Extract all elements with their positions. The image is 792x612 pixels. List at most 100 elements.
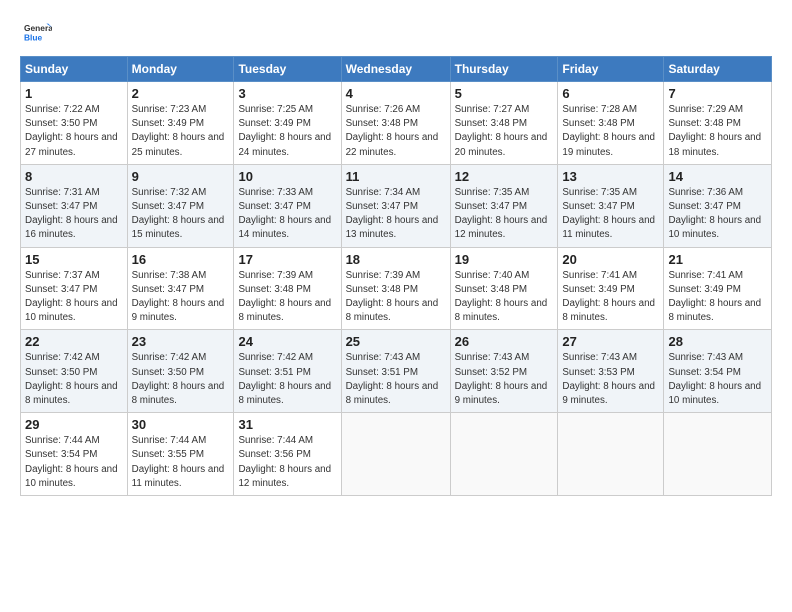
calendar-cell: 28 Sunrise: 7:43 AMSunset: 3:54 PMDayligh… — [664, 330, 772, 413]
day-info: Sunrise: 7:41 AMSunset: 3:49 PMDaylight:… — [562, 269, 659, 326]
day-info: Sunrise: 7:42 AMSunset: 3:50 PMDaylight:… — [132, 351, 230, 408]
calendar-cell: 19 Sunrise: 7:40 AMSunset: 3:48 PMDayligh… — [450, 247, 558, 330]
day-number: 17 — [238, 252, 336, 267]
day-number: 26 — [455, 334, 554, 349]
day-info: Sunrise: 7:40 AMSunset: 3:48 PMDaylight:… — [455, 269, 554, 326]
day-number: 25 — [346, 334, 446, 349]
day-info: Sunrise: 7:26 AMSunset: 3:48 PMDaylight:… — [346, 103, 446, 160]
day-info: Sunrise: 7:39 AMSunset: 3:48 PMDaylight:… — [346, 269, 446, 326]
calendar-cell: 5 Sunrise: 7:27 AMSunset: 3:48 PMDaylight… — [450, 82, 558, 165]
day-info: Sunrise: 7:37 AMSunset: 3:47 PMDaylight:… — [25, 269, 123, 326]
day-number: 27 — [562, 334, 659, 349]
calendar-cell: 22Sunrise: 7:42 AMSunset: 3:50 PMDayligh… — [21, 330, 128, 413]
weekday-wednesday: Wednesday — [341, 57, 450, 82]
calendar-cell: 20 Sunrise: 7:41 AMSunset: 3:49 PMDayligh… — [558, 247, 664, 330]
calendar-cell: 25 Sunrise: 7:43 AMSunset: 3:51 PMDayligh… — [341, 330, 450, 413]
day-info: Sunrise: 7:43 AMSunset: 3:51 PMDaylight:… — [346, 351, 446, 408]
day-number: 18 — [346, 252, 446, 267]
day-info: Sunrise: 7:43 AMSunset: 3:53 PMDaylight:… — [562, 351, 659, 408]
day-number: 20 — [562, 252, 659, 267]
day-info: Sunrise: 7:35 AMSunset: 3:47 PMDaylight:… — [455, 186, 554, 243]
calendar-cell: 4 Sunrise: 7:26 AMSunset: 3:48 PMDaylight… — [341, 82, 450, 165]
week-row-2: 8Sunrise: 7:31 AMSunset: 3:47 PMDaylight… — [21, 164, 772, 247]
week-row-1: 1Sunrise: 7:22 AMSunset: 3:50 PMDaylight… — [21, 82, 772, 165]
day-number: 12 — [455, 169, 554, 184]
day-number: 16 — [132, 252, 230, 267]
day-number: 31 — [238, 417, 336, 432]
calendar-cell: 8Sunrise: 7:31 AMSunset: 3:47 PMDaylight… — [21, 164, 128, 247]
day-info: Sunrise: 7:29 AMSunset: 3:48 PMDaylight:… — [668, 103, 767, 160]
calendar-cell: 1Sunrise: 7:22 AMSunset: 3:50 PMDaylight… — [21, 82, 128, 165]
logo-icon: General Blue — [24, 18, 52, 46]
calendar-cell: 2 Sunrise: 7:23 AMSunset: 3:49 PMDaylight… — [127, 82, 234, 165]
weekday-monday: Monday — [127, 57, 234, 82]
header: General Blue — [20, 18, 772, 46]
day-number: 13 — [562, 169, 659, 184]
day-info: Sunrise: 7:43 AMSunset: 3:54 PMDaylight:… — [668, 351, 767, 408]
svg-text:Blue: Blue — [24, 32, 42, 42]
page: General Blue SundayMondayTuesdayWednesda… — [0, 0, 792, 612]
calendar-cell: 14 Sunrise: 7:36 AMSunset: 3:47 PMDayligh… — [664, 164, 772, 247]
day-info: Sunrise: 7:43 AMSunset: 3:52 PMDaylight:… — [455, 351, 554, 408]
day-info: Sunrise: 7:27 AMSunset: 3:48 PMDaylight:… — [455, 103, 554, 160]
week-row-4: 22 Sunrise: 7:42 AMSunset: 3:50 PMDayligh… — [21, 330, 772, 413]
day-number: 7 — [668, 86, 767, 101]
day-number: 23 — [132, 334, 230, 349]
calendar-cell — [664, 413, 772, 496]
day-number: 24 — [238, 334, 336, 349]
weekday-sunday: Sunday — [21, 57, 128, 82]
calendar-cell: 31 Sunrise: 7:44 AMSunset: 3:56 PMDayligh… — [234, 413, 341, 496]
day-number: 21 — [668, 252, 767, 267]
calendar-cell: 13 Sunrise: 7:35 AMSunset: 3:47 PMDayligh… — [558, 164, 664, 247]
calendar-table: SundayMondayTuesdayWednesdayThursdayFrid… — [20, 56, 772, 496]
day-info: Sunrise: 7:23 AMSunset: 3:49 PMDaylight:… — [132, 103, 230, 160]
day-number: 1 — [25, 86, 123, 101]
day-number: 22 — [25, 334, 123, 349]
day-info: Sunrise: 7:44 AMSunset: 3:56 PMDaylight:… — [238, 434, 336, 491]
day-number: 5 — [455, 86, 554, 101]
day-number: 2 — [132, 86, 230, 101]
day-number: 30 — [132, 417, 230, 432]
calendar-cell — [450, 413, 558, 496]
day-info: Sunrise: 7:35 AMSunset: 3:47 PMDaylight:… — [562, 186, 659, 243]
day-info: Sunrise: 7:36 AMSunset: 3:47 PMDaylight:… — [668, 186, 767, 243]
calendar-cell — [341, 413, 450, 496]
day-info: Sunrise: 7:39 AMSunset: 3:48 PMDaylight:… — [238, 269, 336, 326]
day-info: Sunrise: 7:33 AMSunset: 3:47 PMDaylight:… — [238, 186, 336, 243]
calendar-cell: 30 Sunrise: 7:44 AMSunset: 3:55 PMDayligh… — [127, 413, 234, 496]
weekday-tuesday: Tuesday — [234, 57, 341, 82]
day-number: 9 — [132, 169, 230, 184]
day-number: 10 — [238, 169, 336, 184]
day-info: Sunrise: 7:31 AMSunset: 3:47 PMDaylight:… — [25, 186, 123, 243]
day-number: 15 — [25, 252, 123, 267]
day-number: 19 — [455, 252, 554, 267]
day-number: 29 — [25, 417, 123, 432]
day-number: 11 — [346, 169, 446, 184]
day-number: 28 — [668, 334, 767, 349]
calendar-cell: 27 Sunrise: 7:43 AMSunset: 3:53 PMDayligh… — [558, 330, 664, 413]
calendar-cell: 11 Sunrise: 7:34 AMSunset: 3:47 PMDayligh… — [341, 164, 450, 247]
calendar-cell: 15 Sunrise: 7:37 AMSunset: 3:47 PMDayligh… — [21, 247, 128, 330]
weekday-friday: Friday — [558, 57, 664, 82]
calendar-cell: 29 Sunrise: 7:44 AMSunset: 3:54 PMDayligh… — [21, 413, 128, 496]
calendar-cell: 26 Sunrise: 7:43 AMSunset: 3:52 PMDayligh… — [450, 330, 558, 413]
weekday-header-row: SundayMondayTuesdayWednesdayThursdayFrid… — [21, 57, 772, 82]
day-info: Sunrise: 7:44 AMSunset: 3:55 PMDaylight:… — [132, 434, 230, 491]
day-info: Sunrise: 7:41 AMSunset: 3:49 PMDaylight:… — [668, 269, 767, 326]
calendar-cell: 24 Sunrise: 7:42 AMSunset: 3:51 PMDayligh… — [234, 330, 341, 413]
day-info: Sunrise: 7:44 AMSunset: 3:54 PMDaylight:… — [25, 434, 123, 491]
calendar-cell: 17 Sunrise: 7:39 AMSunset: 3:48 PMDayligh… — [234, 247, 341, 330]
day-number: 14 — [668, 169, 767, 184]
calendar-cell: 6Sunrise: 7:28 AMSunset: 3:48 PMDaylight… — [558, 82, 664, 165]
calendar-cell: 16Sunrise: 7:38 AMSunset: 3:47 PMDayligh… — [127, 247, 234, 330]
calendar-cell: 12 Sunrise: 7:35 AMSunset: 3:47 PMDayligh… — [450, 164, 558, 247]
calendar-cell: 7 Sunrise: 7:29 AMSunset: 3:48 PMDaylight… — [664, 82, 772, 165]
day-info: Sunrise: 7:42 AMSunset: 3:51 PMDaylight:… — [238, 351, 336, 408]
week-row-3: 15 Sunrise: 7:37 AMSunset: 3:47 PMDayligh… — [21, 247, 772, 330]
day-number: 4 — [346, 86, 446, 101]
calendar-cell: 18 Sunrise: 7:39 AMSunset: 3:48 PMDayligh… — [341, 247, 450, 330]
logo: General Blue — [20, 18, 52, 46]
day-info: Sunrise: 7:34 AMSunset: 3:47 PMDaylight:… — [346, 186, 446, 243]
day-info: Sunrise: 7:28 AMSunset: 3:48 PMDaylight:… — [562, 103, 659, 160]
day-number: 3 — [238, 86, 336, 101]
